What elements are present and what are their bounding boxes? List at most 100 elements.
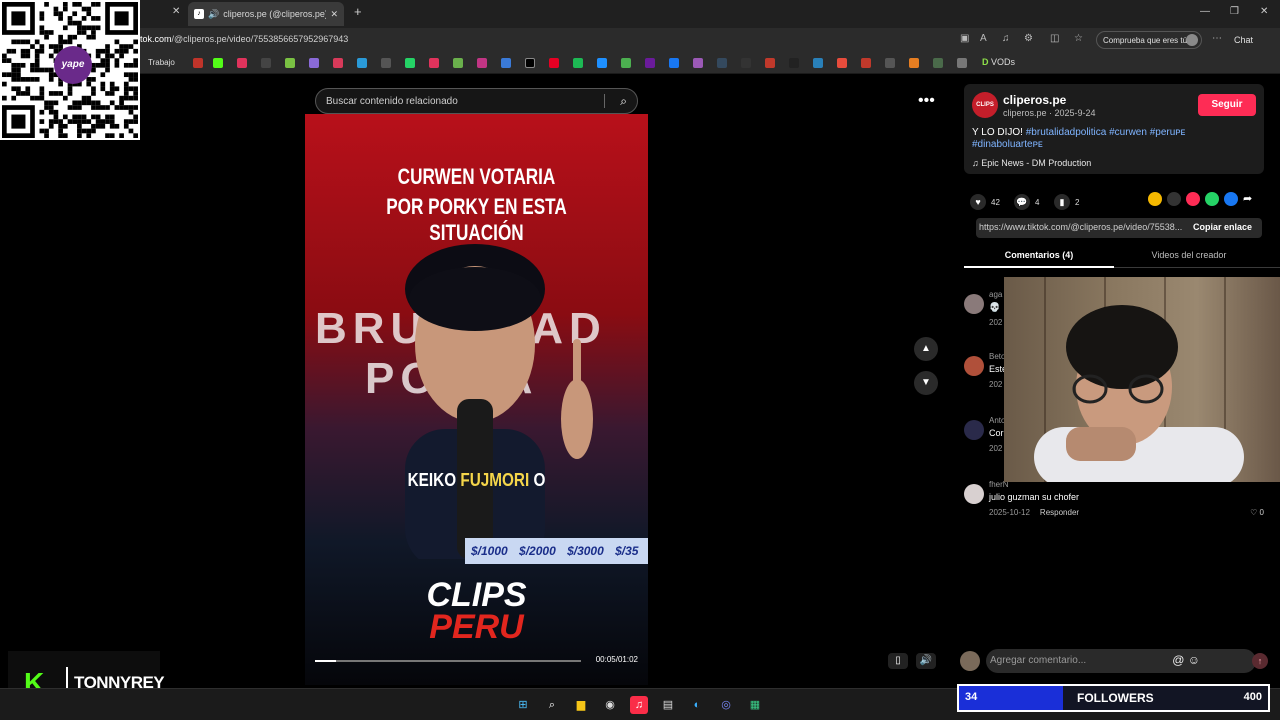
- comment-icon[interactable]: 💬: [1014, 194, 1030, 210]
- close-window-icon[interactable]: ✕: [1260, 6, 1268, 17]
- read-aloud-icon[interactable]: ♫: [1002, 33, 1010, 44]
- comment-username[interactable]: Anto: [989, 416, 1005, 425]
- telegram-bookmark-icon[interactable]: [357, 58, 367, 68]
- restore-icon[interactable]: ❐: [1230, 6, 1239, 17]
- instagram-bookmark-icon[interactable]: [477, 58, 487, 68]
- split-screen-icon[interactable]: ◫: [1050, 33, 1059, 44]
- emoji-icon[interactable]: ☺: [1188, 653, 1200, 667]
- kick-bookmark-icon[interactable]: [213, 58, 223, 68]
- copilot-chat-button[interactable]: Chat: [1234, 35, 1253, 45]
- mention-icon[interactable]: @: [1172, 653, 1184, 667]
- video-progress-bar[interactable]: [315, 660, 581, 662]
- bookmark-icon[interactable]: [285, 58, 295, 68]
- bookmark-icon[interactable]: [645, 58, 655, 68]
- extension-icon[interactable]: ⚙: [1024, 33, 1033, 44]
- comment-like[interactable]: ♡ 0: [1250, 508, 1264, 517]
- hashtags[interactable]: #brutalidadpolitica #curwen #peruᴘᴇ: [1026, 127, 1186, 138]
- bookmark-icon[interactable]: [789, 58, 799, 68]
- maps-bookmark-icon[interactable]: [621, 58, 631, 68]
- like-stat[interactable]: ♥ 42: [970, 194, 1000, 210]
- avatar[interactable]: [964, 294, 984, 314]
- tab-comments[interactable]: Comentarios (4): [964, 250, 1114, 260]
- bookmark-icon[interactable]: [261, 58, 271, 68]
- tab-creator-videos[interactable]: Videos del creador: [1114, 250, 1264, 260]
- reply-button[interactable]: Responder: [1040, 508, 1079, 517]
- bookmark-icon[interactable]: [193, 58, 203, 68]
- apple-music-icon[interactable]: ♫: [630, 696, 648, 714]
- facebook-bookmark-icon[interactable]: [669, 58, 679, 68]
- bookmark-icon[interactable]: [333, 58, 343, 68]
- bookmark-icon[interactable]: [405, 58, 415, 68]
- search-icon[interactable]: ⌕: [543, 696, 561, 714]
- avatar[interactable]: [964, 420, 984, 440]
- app-icon[interactable]: ▤: [659, 696, 677, 714]
- bookmark-icon[interactable]: [765, 58, 775, 68]
- more-options-icon[interactable]: ⋯: [1212, 33, 1222, 44]
- minimize-icon[interactable]: —: [1200, 6, 1210, 17]
- channel-avatar[interactable]: CLIPS: [972, 92, 998, 118]
- bookmark-icon[interactable]: [957, 58, 967, 68]
- translate-icon[interactable]: A: [980, 33, 987, 44]
- app-icon[interactable]: ▣: [960, 33, 969, 44]
- coin-share-icon[interactable]: [1148, 192, 1162, 206]
- address-bar[interactable]: tok.com/@cliperos.pe/video/7553856657952…: [0, 28, 1280, 52]
- video-player[interactable]: BRUTAD POA CURWEN VOTARIA POR PORKY EN E…: [305, 114, 648, 685]
- bookmark-icon[interactable]: [861, 58, 871, 68]
- bookmark-icon[interactable]: [597, 58, 607, 68]
- x-bookmark-icon[interactable]: [525, 58, 535, 68]
- profile-button[interactable]: Comprueba que eres tú: [1096, 31, 1202, 49]
- bookmark-icon[interactable]: [381, 58, 391, 68]
- bookmark-icon[interactable]: ▮: [1054, 194, 1070, 210]
- pinterest-bookmark-icon[interactable]: [549, 58, 559, 68]
- bookmark-icon[interactable]: [813, 58, 823, 68]
- embed-share-icon[interactable]: [1167, 192, 1181, 206]
- app-icon[interactable]: ◉: [601, 696, 619, 714]
- more-options-icon[interactable]: •••: [918, 92, 935, 110]
- follow-button[interactable]: Seguir: [1198, 94, 1256, 116]
- favorites-icon[interactable]: ☆: [1074, 33, 1083, 44]
- spotify-bookmark-icon[interactable]: [573, 58, 583, 68]
- send-arrow-icon[interactable]: ↑: [1252, 653, 1268, 669]
- heart-icon[interactable]: ♥: [970, 194, 986, 210]
- bookmark-icon[interactable]: [837, 58, 847, 68]
- bookmark-icon[interactable]: [933, 58, 943, 68]
- comment-input[interactable]: Agregar comentario...: [986, 649, 1256, 673]
- bookmark-vods[interactable]: D VODs: [982, 57, 1015, 67]
- whatsapp-share-icon[interactable]: [1205, 192, 1219, 206]
- post-link-field[interactable]: https://www.tiktok.com/@cliperos.pe/vide…: [976, 218, 1262, 238]
- bookmark-icon[interactable]: [741, 58, 751, 68]
- edge-icon[interactable]: ◐: [688, 696, 706, 714]
- app-icon[interactable]: ▦: [746, 696, 764, 714]
- send-share-icon[interactable]: [1186, 192, 1200, 206]
- music-bookmark-icon[interactable]: [237, 58, 247, 68]
- channel-name[interactable]: cliperos.pe: [1003, 93, 1066, 107]
- facebook-share-icon[interactable]: [1224, 192, 1238, 206]
- url-text[interactable]: tok.com/@cliperos.pe/video/7553856657952…: [140, 34, 348, 44]
- copy-link-button[interactable]: Copiar enlace: [1188, 222, 1252, 232]
- related-search-input[interactable]: Buscar contenido relacionado ⌕: [315, 88, 638, 114]
- comment-username[interactable]: aga: [989, 290, 1002, 299]
- avatar[interactable]: [964, 356, 984, 376]
- search-icon[interactable]: ⌕: [620, 94, 627, 109]
- hashtags[interactable]: #dinaboluarteᴘᴇ: [972, 139, 1043, 150]
- bookmark-icon[interactable]: [501, 58, 511, 68]
- bookmark-icon[interactable]: [309, 58, 319, 68]
- avatar[interactable]: [964, 484, 984, 504]
- volume-icon[interactable]: 🔊: [916, 653, 936, 669]
- speaker-icon[interactable]: 🔊: [208, 9, 219, 20]
- new-tab-icon[interactable]: +: [354, 4, 362, 19]
- bookmark-icon[interactable]: [885, 58, 895, 68]
- bookmark-icon[interactable]: [429, 58, 439, 68]
- bookmark-folder-trabajo[interactable]: Trabajo: [148, 58, 175, 67]
- save-stat[interactable]: ▮ 2: [1054, 194, 1079, 210]
- discord-icon[interactable]: ◎: [717, 696, 735, 714]
- miniplayer-icon[interactable]: ▯: [888, 653, 908, 669]
- comment-stat[interactable]: 💬 4: [1014, 194, 1039, 210]
- close-tab-icon[interactable]: ✕: [330, 9, 338, 20]
- previous-video-button[interactable]: ▲: [914, 337, 938, 361]
- bookmark-icon[interactable]: [693, 58, 703, 68]
- tab-active[interactable]: ♪ 🔊 cliperos.pe (@cliperos.pe) | Ti ✕: [188, 2, 344, 26]
- tumblr-bookmark-icon[interactable]: [717, 58, 727, 68]
- bookmark-icon[interactable]: [453, 58, 463, 68]
- windows-start-icon[interactable]: ⊞: [514, 696, 532, 714]
